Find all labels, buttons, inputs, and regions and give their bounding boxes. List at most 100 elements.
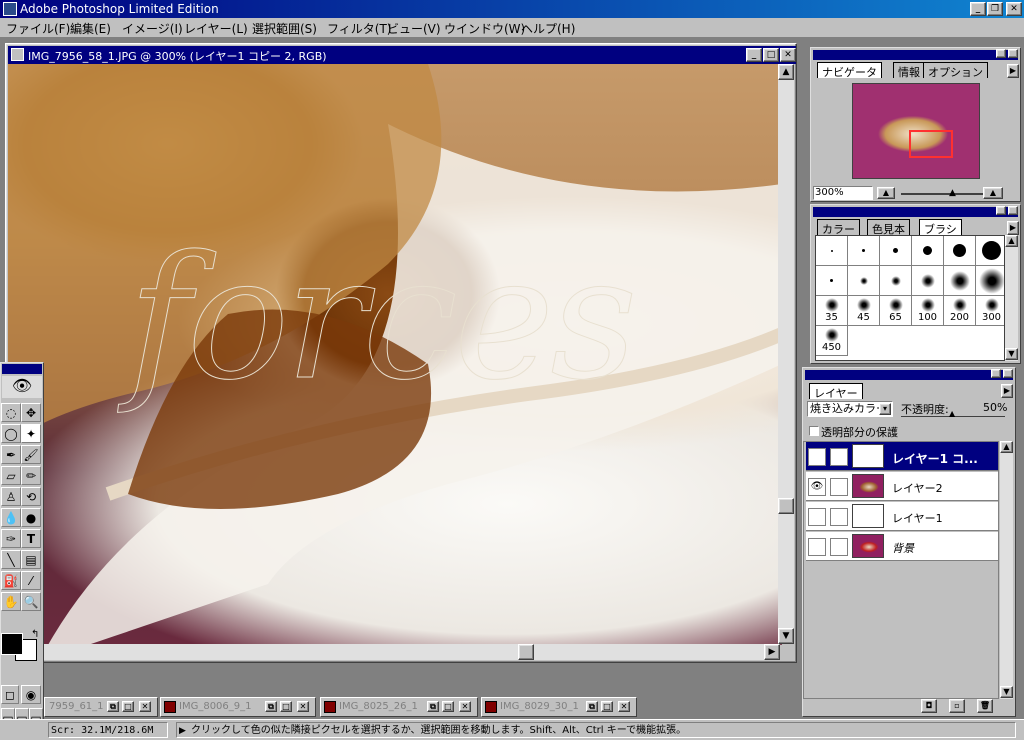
trash-icon[interactable]: 🗑 — [977, 699, 993, 713]
close-icon[interactable]: ✕ — [618, 701, 630, 712]
eyedropper-icon[interactable]: ⁄ — [21, 571, 41, 590]
eye-icon[interactable]: 👁 — [2, 376, 42, 398]
scroll-right-arrow-icon[interactable]: ▶ — [764, 644, 780, 660]
move-icon[interactable]: ✥ — [21, 403, 41, 422]
brushes-menu-arrow-icon[interactable]: ▶ — [1007, 221, 1019, 235]
menu-view[interactable]: ビュー(V) — [387, 20, 441, 37]
minimized-window[interactable]: IMG_8029_30_1 ⧉ □ ✕ — [481, 697, 637, 717]
navigator-menu-arrow-icon[interactable]: ▶ — [1007, 64, 1019, 78]
restore-button[interactable]: ❐ — [987, 2, 1003, 16]
menu-filter[interactable]: フィルタ(T) — [327, 20, 391, 37]
eye-slot[interactable] — [808, 538, 826, 556]
status-arrow-icon[interactable]: ▶ — [179, 723, 186, 737]
menu-file[interactable]: ファイル(F) — [6, 20, 70, 37]
opacity-slider-handle[interactable]: ▲ — [949, 409, 955, 418]
hand-icon[interactable]: ✋ — [1, 592, 21, 611]
doc-minimize-button[interactable]: _ — [746, 48, 762, 62]
eye-icon[interactable]: 👁 — [808, 448, 826, 466]
navigator-view-box[interactable] — [909, 130, 953, 158]
close-icon[interactable]: ✕ — [297, 701, 309, 712]
brush-soft-1[interactable] — [816, 266, 848, 296]
maximize-icon[interactable]: □ — [601, 701, 613, 712]
brushes-scrollbar[interactable]: ▲ ▼ — [1005, 235, 1018, 361]
type-icon[interactable]: T — [21, 529, 41, 548]
restore-icon[interactable]: ⧉ — [265, 701, 277, 712]
paint-bucket-icon[interactable]: ⛽ — [1, 571, 21, 590]
zoom-out-icon[interactable]: ▲ — [877, 187, 895, 199]
brush-soft-5[interactable] — [944, 266, 976, 296]
brush-13[interactable] — [944, 236, 976, 266]
doc-close-button[interactable]: ✕ — [780, 48, 796, 62]
paintbrush-icon[interactable]: ✎ — [830, 448, 848, 466]
brush-200[interactable]: 200 — [944, 296, 976, 326]
tab-info[interactable]: 情報 — [893, 62, 925, 79]
tab-options[interactable]: オプション — [923, 62, 988, 79]
minimized-window[interactable]: IMG_8025_26_1 ⧉ □ ✕ — [320, 697, 478, 717]
eye-slot[interactable] — [808, 508, 826, 526]
airbrush-icon[interactable]: ✒ — [1, 445, 21, 464]
vertical-scroll-thumb[interactable] — [778, 498, 794, 514]
minimized-window[interactable]: IMG_8006_9_1 ⧉ □ ✕ — [160, 697, 316, 717]
eye-icon[interactable]: 👁 — [808, 478, 826, 496]
brushes-scroll-down-icon[interactable]: ▼ — [1005, 348, 1018, 360]
minimize-button[interactable]: _ — [970, 2, 986, 16]
layer-row[interactable]: レイヤー1 — [806, 502, 998, 531]
horizontal-scrollbar[interactable]: ▶ — [8, 644, 780, 660]
layers-scroll-up-icon[interactable]: ▲ — [1000, 441, 1013, 453]
pen-icon[interactable]: ✑ — [1, 529, 21, 548]
brush-450[interactable]: 450 — [816, 326, 848, 356]
blend-mode-dropdown-icon[interactable]: ▾ — [879, 403, 891, 415]
restore-icon[interactable]: ⧉ — [586, 701, 598, 712]
brush-soft-4[interactable] — [912, 266, 944, 296]
layer-row[interactable]: 背景 — [806, 532, 998, 561]
brush-5[interactable] — [880, 236, 912, 266]
layer-mask-icon[interactable]: ◘ — [921, 699, 937, 713]
opacity-value[interactable]: 50% — [983, 401, 1007, 414]
brush-65[interactable]: 65 — [880, 296, 912, 326]
scroll-up-arrow-icon[interactable]: ▲ — [778, 64, 794, 80]
brush-35[interactable]: 35 — [816, 296, 848, 326]
pencil-icon[interactable]: ✏ — [21, 466, 41, 485]
blur-icon[interactable]: 💧 — [1, 508, 21, 527]
link-slot[interactable] — [830, 538, 848, 556]
zoom-in-icon[interactable]: ▲ — [983, 187, 1003, 199]
maximize-icon[interactable]: □ — [442, 701, 454, 712]
brush-soft-3[interactable] — [880, 266, 912, 296]
maximize-icon[interactable]: □ — [122, 701, 134, 712]
foreground-color-swatch[interactable] — [1, 633, 23, 655]
scratch-size[interactable]: Scr: 32.1M/218.6M — [48, 722, 168, 738]
tab-color[interactable]: カラー — [817, 219, 860, 236]
brush-soft-6[interactable] — [976, 266, 1004, 296]
close-button[interactable]: ✕ — [1006, 2, 1022, 16]
eraser-icon[interactable]: ▱ — [1, 466, 21, 485]
layer-row[interactable]: 👁 ✎ レイヤー1 コ... — [806, 442, 998, 471]
navigator-close-button[interactable] — [1008, 49, 1018, 58]
tab-swatches[interactable]: 色見本 — [867, 219, 910, 236]
brush-soft-2[interactable] — [848, 266, 880, 296]
brush-19[interactable] — [976, 236, 1004, 266]
dodge-icon[interactable]: ● — [21, 508, 41, 527]
image-canvas[interactable]: forces — [8, 64, 782, 645]
layers-scrollbar[interactable]: ▲ ▼ — [1000, 441, 1013, 699]
menu-select[interactable]: 選択範囲(S) — [252, 20, 317, 37]
layer-row[interactable]: 👁 レイヤー2 — [806, 472, 998, 501]
restore-icon[interactable]: ⧉ — [107, 701, 119, 712]
tab-layers[interactable]: レイヤー — [809, 383, 863, 400]
navigator-minimize-button[interactable] — [996, 49, 1006, 58]
brush-45[interactable]: 45 — [848, 296, 880, 326]
marquee-icon[interactable]: ◌ — [1, 403, 21, 422]
swap-colors-icon[interactable]: ↰ — [31, 629, 39, 640]
navigator-thumbnail[interactable] — [852, 83, 980, 179]
zoom-slider-handle[interactable]: ▲ — [949, 188, 956, 198]
tab-navigator[interactable]: ナビゲータ — [817, 62, 882, 79]
layers-minimize-button[interactable] — [991, 369, 1001, 378]
link-slot[interactable] — [830, 508, 848, 526]
restore-icon[interactable]: ⧉ — [427, 701, 439, 712]
brush-100[interactable]: 100 — [912, 296, 944, 326]
scroll-down-arrow-icon[interactable]: ▼ — [778, 628, 794, 644]
maximize-icon[interactable]: □ — [280, 701, 292, 712]
magic-wand-icon[interactable]: ✦ — [21, 424, 41, 443]
menu-help[interactable]: ヘルプ(H) — [521, 20, 575, 37]
close-icon[interactable]: ✕ — [459, 701, 471, 712]
new-layer-icon[interactable]: ▫ — [949, 699, 965, 713]
